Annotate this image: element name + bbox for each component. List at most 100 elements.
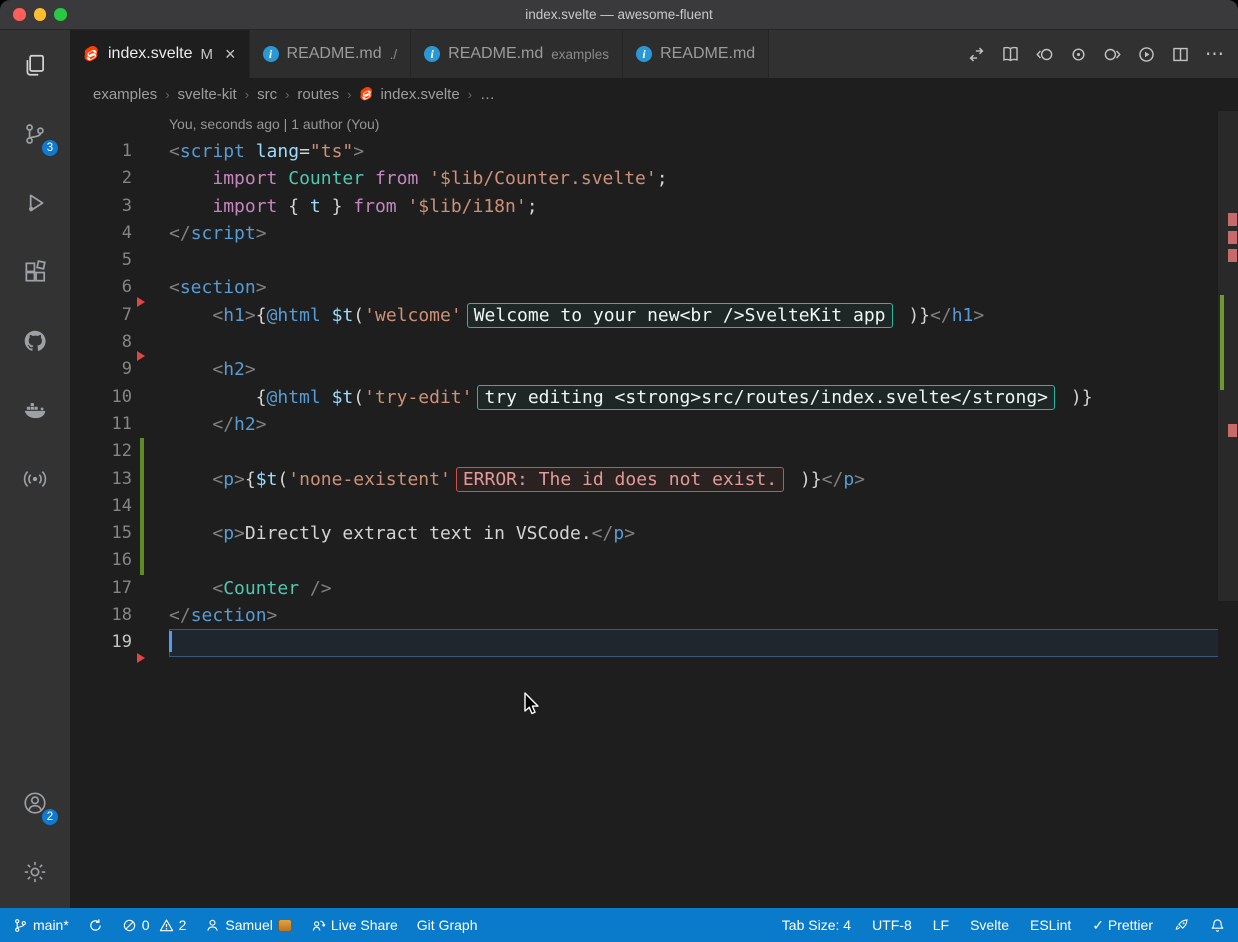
eslint-item[interactable]: ESLint bbox=[1030, 917, 1071, 933]
close-window-button[interactable] bbox=[13, 8, 26, 21]
remote-explorer-icon[interactable] bbox=[0, 444, 70, 513]
token: from bbox=[375, 168, 418, 189]
line-number: 17 bbox=[70, 575, 132, 602]
close-tab-icon[interactable]: × bbox=[225, 45, 236, 63]
open-changes-icon[interactable] bbox=[967, 45, 986, 64]
git-graph-item[interactable]: Git Graph bbox=[417, 917, 478, 933]
code-line[interactable]: 18</section> bbox=[70, 602, 1238, 629]
source-control-icon[interactable]: 3 bbox=[0, 99, 70, 168]
token: $t bbox=[332, 305, 354, 326]
docker-icon[interactable] bbox=[0, 375, 70, 444]
token: 'try-edit' bbox=[364, 387, 472, 408]
annotations-icon[interactable] bbox=[1069, 45, 1088, 64]
live-share-item[interactable]: Live Share bbox=[311, 917, 398, 933]
settings-gear-icon[interactable] bbox=[0, 837, 70, 906]
code-line[interactable]: 14 bbox=[70, 493, 1238, 520]
run-icon[interactable] bbox=[1137, 45, 1156, 64]
breadcrumb-item[interactable]: routes bbox=[297, 86, 339, 103]
language-mode-item[interactable]: Svelte bbox=[970, 917, 1009, 933]
more-actions-icon[interactable] bbox=[1205, 43, 1224, 66]
gutter-decorations bbox=[132, 629, 169, 656]
annotation-prev-icon[interactable] bbox=[1035, 45, 1054, 64]
code-line[interactable]: 8 bbox=[70, 329, 1238, 356]
code-line[interactable]: 4</script> bbox=[70, 220, 1238, 247]
code-line[interactable]: 11 </h2> bbox=[70, 411, 1238, 438]
breadcrumb-item[interactable]: svelte-kit bbox=[178, 86, 237, 103]
git-branch-item[interactable]: main* bbox=[13, 917, 69, 933]
token: = bbox=[299, 141, 310, 162]
svelte-icon bbox=[359, 87, 374, 102]
tab-readme-examples[interactable]: README.md examples bbox=[411, 30, 623, 78]
tab-readme-root[interactable]: README.md ./ bbox=[250, 30, 412, 78]
code-line[interactable]: 3 import { t } from '$lib/i18n'; bbox=[70, 193, 1238, 220]
open-preview-icon[interactable] bbox=[1001, 45, 1020, 64]
token: > bbox=[256, 277, 267, 298]
prettier-item[interactable]: ✓ Prettier bbox=[1092, 917, 1153, 934]
token bbox=[169, 578, 212, 599]
token: )} bbox=[789, 469, 822, 490]
token: > bbox=[245, 359, 256, 380]
code-line[interactable]: 19 bbox=[70, 629, 1238, 656]
code-line[interactable]: 7 <h1>{@html $t('welcome'Welcome to your… bbox=[70, 302, 1238, 329]
token bbox=[169, 305, 212, 326]
token: > bbox=[353, 141, 364, 162]
zoom-window-button[interactable] bbox=[54, 8, 67, 21]
bell-icon[interactable] bbox=[1210, 918, 1225, 933]
eol-item[interactable]: LF bbox=[933, 917, 949, 933]
run-debug-icon[interactable] bbox=[0, 168, 70, 237]
breadcrumb-item[interactable]: src bbox=[257, 86, 277, 103]
encoding-item[interactable]: UTF-8 bbox=[872, 917, 912, 933]
code-line[interactable]: 17 <Counter /> bbox=[70, 575, 1238, 602]
tab-index-svelte[interactable]: index.svelte M × bbox=[70, 30, 250, 78]
token: ( bbox=[353, 305, 364, 326]
token bbox=[397, 196, 408, 217]
code-line[interactable]: 16 bbox=[70, 547, 1238, 574]
user-session-item[interactable]: Samuel bbox=[205, 917, 291, 933]
breadcrumb-item-symbol[interactable]: … bbox=[480, 86, 495, 103]
tab-size-item[interactable]: Tab Size: 4 bbox=[782, 917, 851, 933]
token: @html bbox=[267, 305, 321, 326]
token: > bbox=[256, 223, 267, 244]
code-text: </script> bbox=[169, 220, 1238, 247]
code-line[interactable]: 5 bbox=[70, 247, 1238, 274]
gutter-decorations bbox=[132, 520, 169, 547]
token: $t bbox=[332, 387, 354, 408]
codelens-blame[interactable]: You, seconds ago | 1 author (You) bbox=[70, 111, 1238, 138]
explorer-icon[interactable] bbox=[0, 30, 70, 99]
translation-annotation: Welcome to your new<br />SvelteKit app bbox=[467, 303, 893, 328]
tab-bar: index.svelte M × README.md ./ README.md … bbox=[70, 30, 1238, 78]
line-number: 2 bbox=[70, 165, 132, 192]
token: "ts" bbox=[310, 141, 353, 162]
code-line[interactable]: 10 {@html $t('try-edit'try editing <stro… bbox=[70, 384, 1238, 411]
line-number: 15 bbox=[70, 520, 132, 547]
problems-item[interactable]: 0 2 bbox=[122, 917, 187, 933]
extensions-icon[interactable] bbox=[0, 237, 70, 306]
overview-error-mark bbox=[1228, 231, 1237, 244]
code-line[interactable]: 12 bbox=[70, 438, 1238, 465]
code-line[interactable]: 1<script lang="ts"> bbox=[70, 138, 1238, 165]
minimize-window-button[interactable] bbox=[34, 8, 47, 21]
line-number: 6 bbox=[70, 274, 132, 301]
chevron-right-icon: › bbox=[468, 87, 472, 102]
code-line[interactable]: 9 <h2> bbox=[70, 356, 1238, 383]
accounts-icon[interactable]: 2 bbox=[0, 768, 70, 837]
code-line[interactable]: 6<section> bbox=[70, 274, 1238, 301]
tab-readme[interactable]: README.md bbox=[623, 30, 769, 78]
code-line[interactable]: 15 <p>Directly extract text in VSCode.</… bbox=[70, 520, 1238, 547]
annotation-next-icon[interactable] bbox=[1103, 45, 1122, 64]
rocket-icon[interactable] bbox=[1174, 918, 1189, 933]
code-line[interactable]: 2 import Counter from '$lib/Counter.svel… bbox=[70, 165, 1238, 192]
code-editor[interactable]: You, seconds ago | 1 author (You) 1<scri… bbox=[70, 111, 1238, 908]
code-line[interactable]: 13 <p>{$t('none-existent'ERROR: The id d… bbox=[70, 466, 1238, 493]
code-text: <p>{$t('none-existent'ERROR: The id does… bbox=[169, 466, 1238, 493]
token: } bbox=[321, 196, 354, 217]
token: > bbox=[973, 305, 984, 326]
breadcrumb-item[interactable]: examples bbox=[93, 86, 157, 103]
minimap[interactable] bbox=[1218, 111, 1238, 908]
text-cursor bbox=[169, 631, 172, 652]
breadcrumb-item-file[interactable]: index.svelte bbox=[380, 86, 459, 103]
sync-icon[interactable] bbox=[88, 918, 103, 933]
github-icon[interactable] bbox=[0, 306, 70, 375]
error-marker-icon bbox=[137, 297, 145, 307]
split-editor-icon[interactable] bbox=[1171, 45, 1190, 64]
